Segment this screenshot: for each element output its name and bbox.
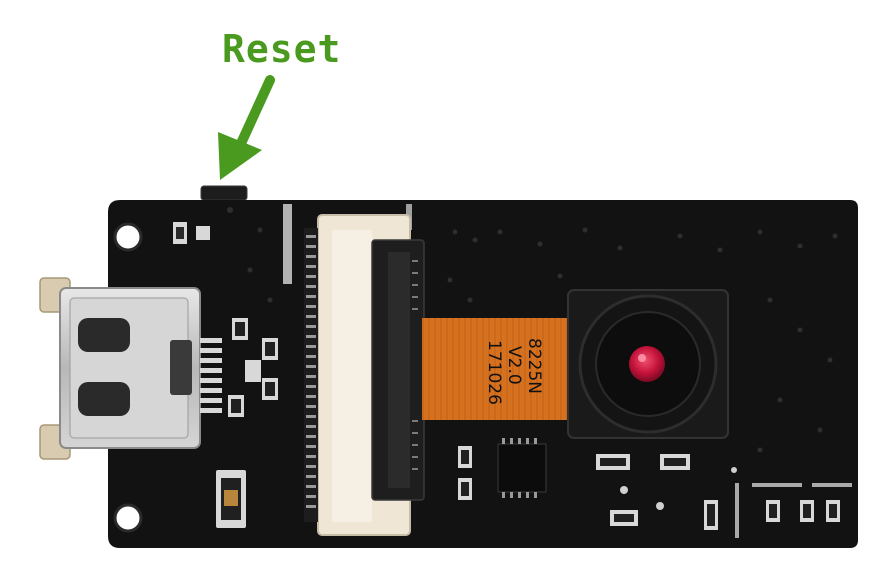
flex-marking-line2: V2.0 (504, 346, 524, 385)
flex-marking-line1: 8225N (524, 338, 544, 394)
mount-hole-bottom (113, 503, 143, 533)
fpc-latch-camera (371, 239, 425, 501)
mount-hole-top (113, 222, 143, 252)
flex-marking-line3: 171026 (484, 340, 504, 405)
camera-flex-cable: 8225N V2.0 171026 (422, 318, 577, 420)
reset-button[interactable] (200, 185, 248, 201)
camera-lens (629, 346, 665, 382)
usb-c-port (39, 277, 201, 460)
camera-module (567, 289, 729, 439)
reset-label: Reset (222, 27, 341, 71)
board-photo: Reset 8225N V2.0 171026 (39, 27, 858, 548)
reset-arrow (218, 75, 275, 180)
